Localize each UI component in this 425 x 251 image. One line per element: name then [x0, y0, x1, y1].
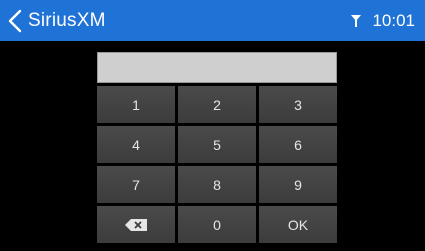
backspace-key[interactable]: [97, 206, 175, 243]
header-bar: SiriusXM 10:01: [0, 0, 425, 41]
key-0[interactable]: 0: [178, 206, 256, 243]
clock-time: 10:01: [372, 10, 415, 30]
backspace-icon: [125, 218, 147, 231]
chevron-left-icon: [8, 9, 22, 33]
key-4[interactable]: 4: [97, 126, 175, 163]
key-5[interactable]: 5: [178, 126, 256, 163]
key-3[interactable]: 3: [259, 86, 337, 123]
key-9[interactable]: 9: [259, 166, 337, 203]
numeric-keypad: 1 2 3 4 5 6 7 8 9 0 OK: [97, 86, 337, 243]
key-7[interactable]: 7: [97, 166, 175, 203]
status-area: 10:01: [350, 0, 415, 41]
antenna-signal-icon: [350, 14, 362, 28]
page-title: SiriusXM: [28, 9, 106, 31]
key-6[interactable]: 6: [259, 126, 337, 163]
channel-entry-field[interactable]: [97, 52, 337, 83]
ok-key[interactable]: OK: [259, 206, 337, 243]
key-2[interactable]: 2: [178, 86, 256, 123]
back-button[interactable]: SiriusXM: [8, 0, 106, 41]
key-8[interactable]: 8: [178, 166, 256, 203]
key-1[interactable]: 1: [97, 86, 175, 123]
